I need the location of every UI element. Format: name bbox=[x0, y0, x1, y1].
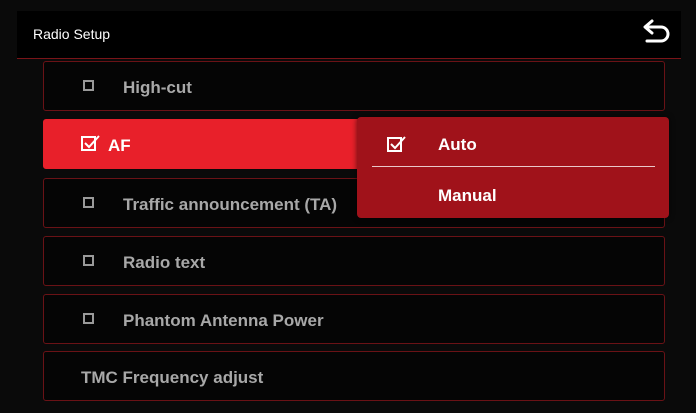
page-title: Radio Setup bbox=[33, 26, 111, 42]
back-arrow-icon bbox=[643, 19, 670, 43]
setting-label: TMC Frequency adjust bbox=[81, 368, 264, 387]
checked-checkbox-icon bbox=[387, 136, 406, 152]
setting-row-high-cut[interactable]: High-cut bbox=[43, 61, 665, 111]
setting-row-tmc-frequency-adjust[interactable]: TMC Frequency adjust bbox=[43, 351, 665, 401]
setting-row-radio-text[interactable]: Radio text bbox=[43, 236, 665, 286]
popup-option-label: Manual bbox=[438, 186, 497, 205]
checkbox-icon[interactable] bbox=[83, 197, 94, 208]
setting-label: High-cut bbox=[123, 78, 192, 97]
setting-label: AF bbox=[108, 136, 131, 155]
checkbox-icon[interactable] bbox=[83, 313, 94, 324]
checkbox-icon[interactable] bbox=[83, 255, 94, 266]
setting-row-phantom-antenna-power[interactable]: Phantom Antenna Power bbox=[43, 294, 665, 344]
popup-divider bbox=[372, 166, 655, 167]
header-bar: Radio Setup bbox=[17, 11, 681, 59]
af-options-popup: Auto Manual bbox=[357, 117, 669, 218]
settings-list: High-cut AF Traffic announcement (TA) Ra… bbox=[43, 61, 668, 406]
setting-label: Phantom Antenna Power bbox=[123, 311, 324, 330]
popup-option-auto[interactable]: Auto bbox=[357, 121, 669, 167]
checkbox-icon[interactable] bbox=[83, 80, 94, 91]
setting-label: Radio text bbox=[123, 253, 206, 272]
popup-option-label: Auto bbox=[438, 135, 477, 154]
checked-checkbox-icon[interactable] bbox=[81, 134, 101, 152]
setting-label: Traffic announcement (TA) bbox=[123, 195, 338, 214]
back-button[interactable] bbox=[639, 18, 673, 50]
popup-option-manual[interactable]: Manual bbox=[357, 172, 669, 218]
screen: Radio Setup High-cut AF Traffic announce… bbox=[0, 0, 696, 413]
